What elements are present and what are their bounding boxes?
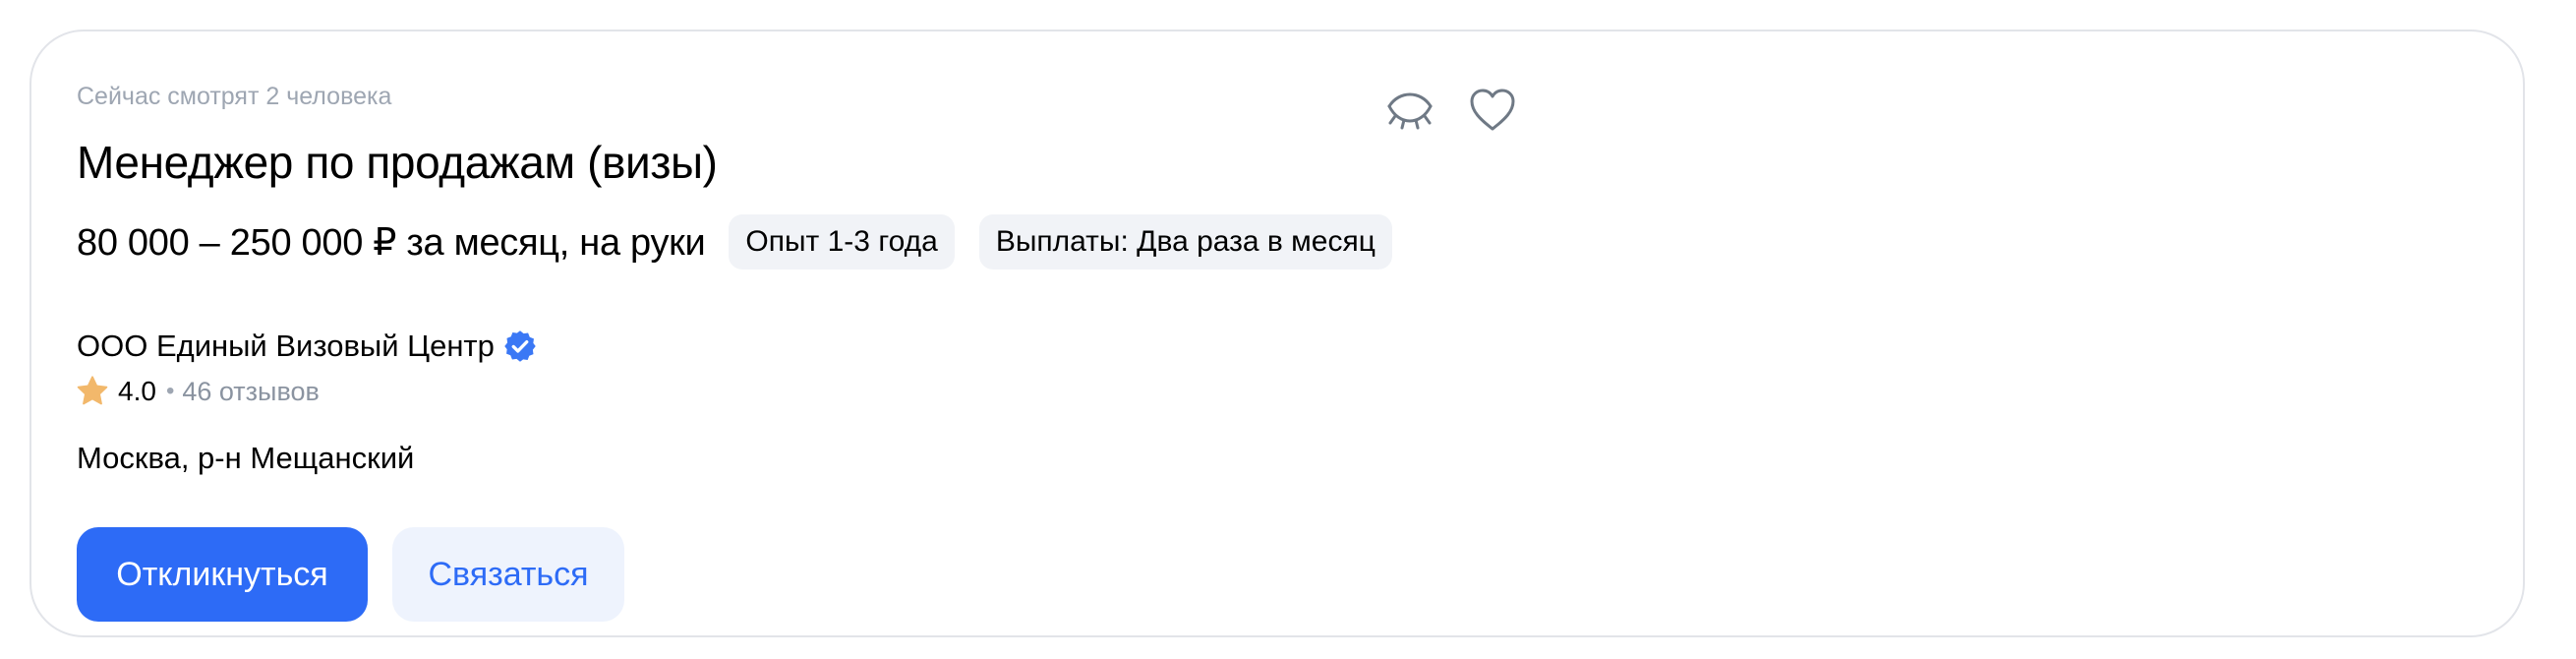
eye-closed-icon <box>1383 92 1436 141</box>
hide-vacancy-button[interactable] <box>1378 85 1441 148</box>
contact-button[interactable]: Связаться <box>392 527 624 622</box>
viewers-count: Сейчас смотрят 2 человека <box>77 83 392 110</box>
company-name[interactable]: ООО Единый Визовый Центр <box>77 329 495 364</box>
rating-value: 4.0 <box>118 376 156 406</box>
reviews-count[interactable]: 46 отзывов <box>182 377 320 407</box>
salary-row: 80 000 – 250 000 ₽ за месяц, на руки Опы… <box>77 214 1417 270</box>
experience-tag: Опыт 1-3 года <box>729 214 955 270</box>
vacancy-title[interactable]: Менеджер по продажам (визы) <box>77 136 718 189</box>
verified-badge-icon <box>502 329 538 364</box>
salary: 80 000 – 250 000 ₽ за месяц, на руки <box>77 221 706 264</box>
company-row: ООО Единый Визовый Центр <box>77 327 538 366</box>
apply-button[interactable]: Откликнуться <box>77 527 368 622</box>
location: Москва, р-н Мещанский <box>77 441 415 475</box>
star-icon <box>75 374 110 409</box>
separator-dot: • <box>165 378 175 404</box>
payment-tag: Выплаты: Два раза в месяц <box>978 214 1392 270</box>
vacancy-card[interactable]: Сейчас смотрят 2 человека Менеджер по пр… <box>29 30 2525 637</box>
rating-row[interactable]: 4.0 • 46 отзывов <box>75 372 320 411</box>
favorite-button[interactable] <box>1461 81 1524 144</box>
heart-icon <box>1468 88 1517 138</box>
